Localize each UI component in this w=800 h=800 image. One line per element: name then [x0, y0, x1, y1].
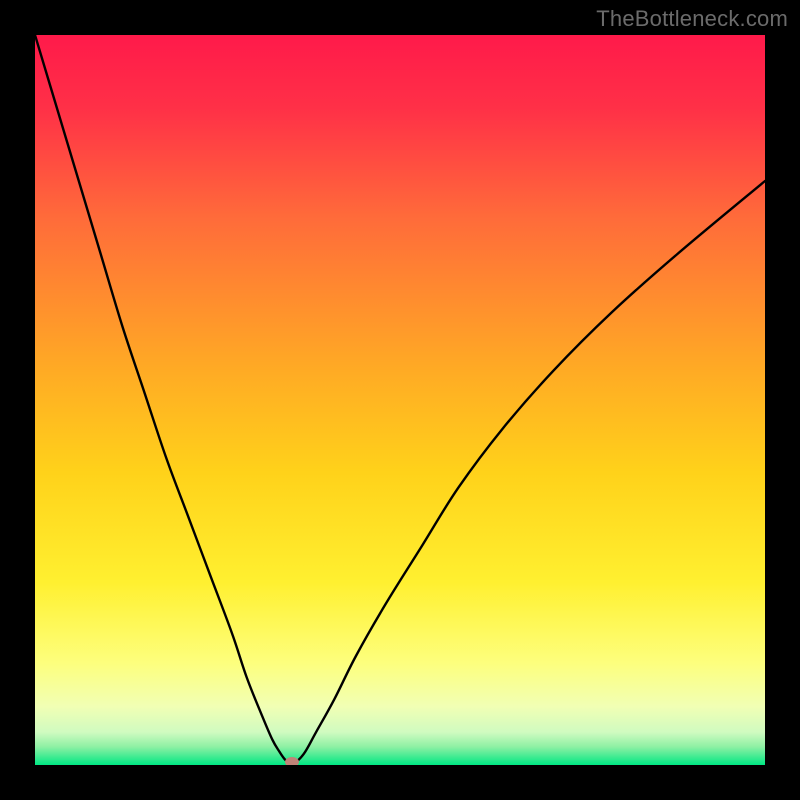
bottleneck-curve: [35, 35, 765, 765]
chart-canvas: TheBottleneck.com: [0, 0, 800, 800]
watermark-text: TheBottleneck.com: [596, 6, 788, 32]
optimum-marker: [285, 757, 299, 765]
plot-area: [35, 35, 765, 765]
